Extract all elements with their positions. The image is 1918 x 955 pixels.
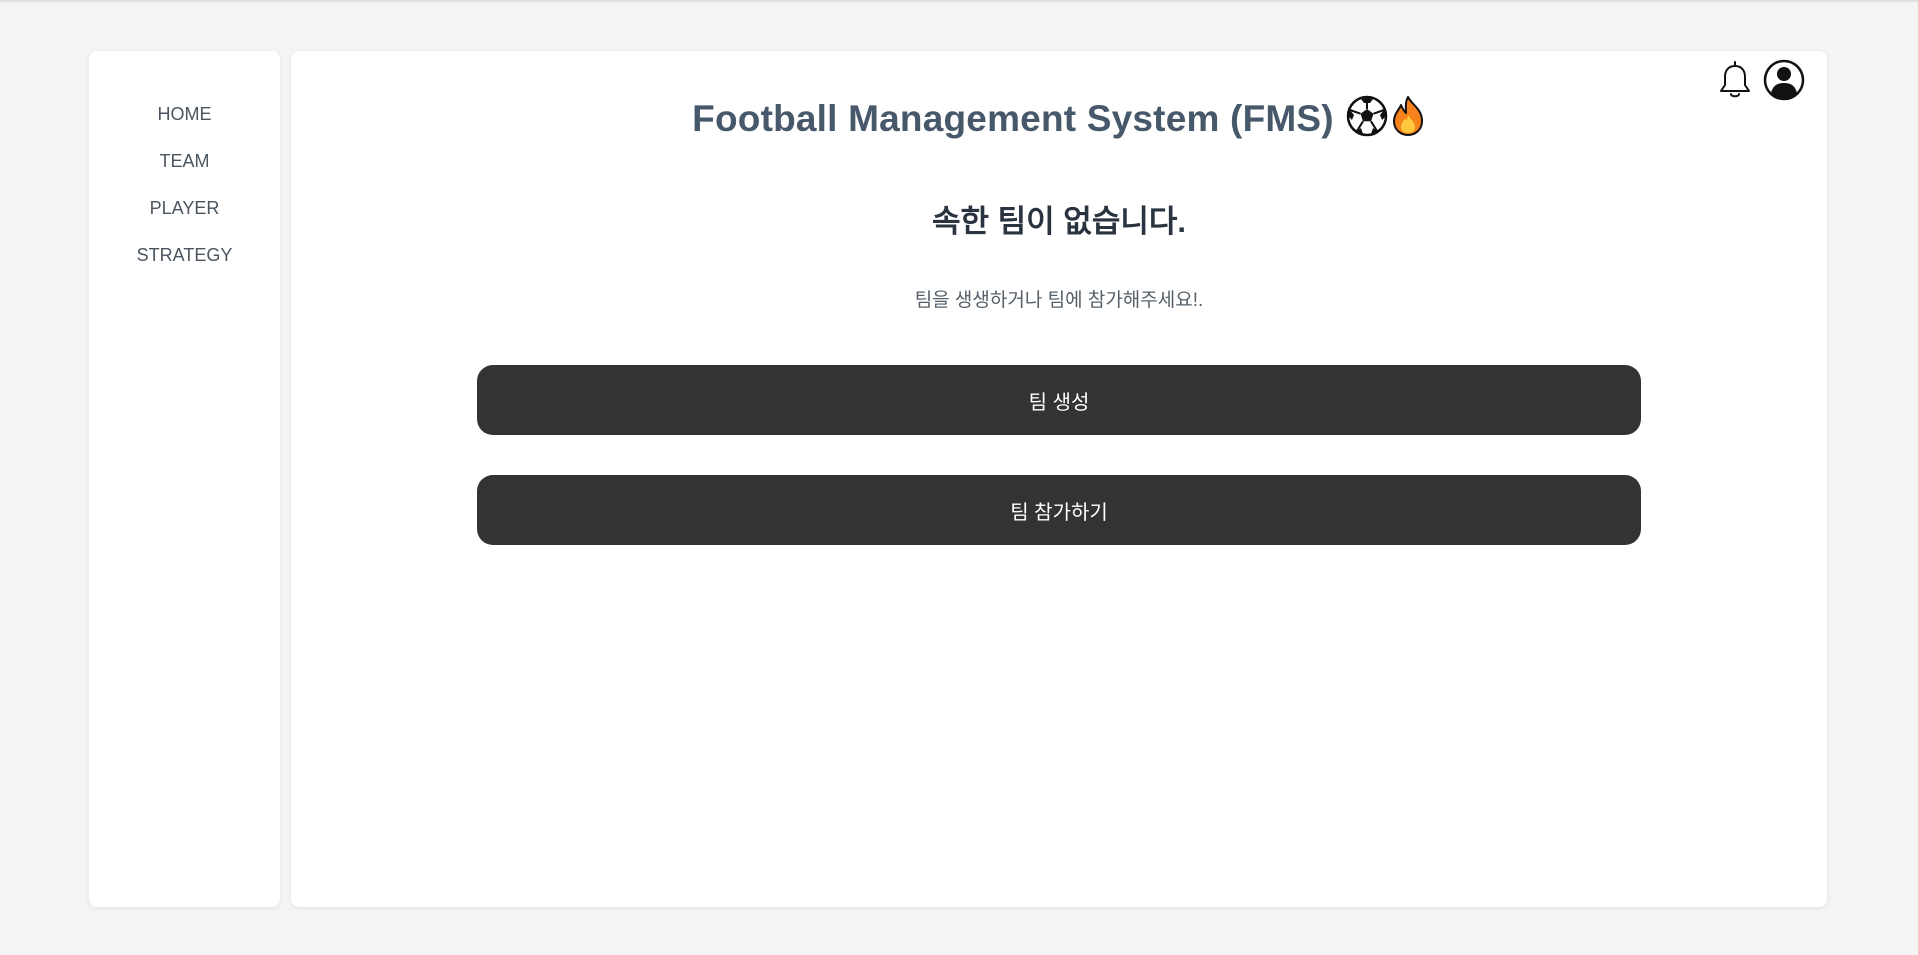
- title-emojis: [1346, 95, 1426, 142]
- no-team-subtext: 팀을 생생하거나 팀에 참가해주세요!.: [914, 290, 1204, 311]
- sidebar-item-team[interactable]: TEAM: [89, 150, 280, 197]
- soccer-ball-icon: [1346, 95, 1388, 142]
- join-team-button[interactable]: 팀 참가하기: [477, 475, 1641, 545]
- sidebar-item-strategy[interactable]: STRATEGY: [89, 244, 280, 291]
- main-panel: Football Management System (FMS) 속한 팀이 없…: [291, 51, 1827, 907]
- top-border: [0, 0, 1918, 2]
- no-team-heading: 속한 팀이 없습니다.: [932, 204, 1186, 239]
- fire-icon: [1390, 95, 1426, 142]
- page-title: Football Management System (FMS): [692, 97, 1334, 139]
- sidebar-nav: HOME TEAM PLAYER STRATEGY: [89, 51, 280, 291]
- sidebar-item-home[interactable]: HOME: [89, 103, 280, 150]
- sidebar-item-player[interactable]: PLAYER: [89, 197, 280, 244]
- title-row: Football Management System (FMS): [291, 95, 1827, 142]
- bell-icon[interactable]: [1717, 60, 1753, 100]
- sidebar: HOME TEAM PLAYER STRATEGY: [89, 51, 280, 907]
- create-team-button[interactable]: 팀 생성: [477, 365, 1641, 435]
